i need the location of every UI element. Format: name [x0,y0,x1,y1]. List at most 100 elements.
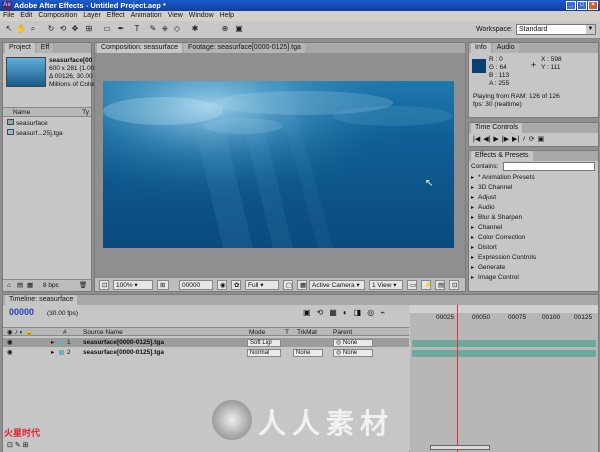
tab-timeline[interactable]: Timeline: seasurface [5,295,78,305]
minimize-button[interactable]: _ [566,1,576,10]
work-area-bar[interactable] [410,305,598,313]
switches-modes-icon[interactable]: ⊡ ✎ ⊞ [7,441,29,449]
maximize-button[interactable]: □ [577,1,587,10]
workspace-dropdown[interactable]: Standard ▼ [516,24,596,35]
menu-help[interactable]: Help [220,11,234,21]
effects-item[interactable]: Generate [471,263,505,273]
new-folder-icon[interactable]: ▤ [17,280,23,291]
mode-dropdown[interactable]: Normal [247,349,281,357]
hand-tool-icon[interactable]: ✋ [16,24,26,34]
layer-name[interactable]: seasurface[0000-0125].tga [83,348,164,357]
toggle-pixel-aspect-icon[interactable]: ▭ [407,280,417,290]
always-preview-icon[interactable]: ⊡ [99,280,109,290]
effects-item[interactable]: Expression Controls [471,253,536,263]
layer-duration-bar[interactable] [412,340,596,347]
first-frame-icon[interactable]: |◀ [473,135,480,143]
type-column[interactable]: Ty [82,108,89,117]
tab-effect-controls[interactable]: Eff [36,43,54,53]
rotate-tool-icon[interactable]: ↻ [46,24,56,34]
audio-icon[interactable]: ♪ [522,135,526,143]
tab-project[interactable]: Project [5,43,35,53]
last-frame-icon[interactable]: ▶| [512,135,519,143]
menu-window[interactable]: Window [189,11,214,21]
motion-blur-icon[interactable]: ◎ [367,308,374,317]
effects-item[interactable]: Blur & Sharpen [471,213,522,223]
name-column[interactable]: Name [13,109,30,116]
world-axis-icon[interactable]: ▣ [234,24,244,34]
tab-composition[interactable]: Composition: seasurface [97,43,183,53]
parent-dropdown[interactable]: ◎ None [333,339,373,347]
next-frame-icon[interactable]: |▶ [502,135,509,143]
effects-item[interactable]: Audio [471,203,495,213]
project-item-footage[interactable]: seasurf...25].tga [7,129,63,138]
trkmat-dropdown[interactable]: None [293,349,323,357]
frame-blending-icon[interactable]: ◨ [354,308,362,317]
track-xy-camera-icon[interactable]: ✥ [70,24,80,34]
orbit-camera-icon[interactable]: ⟲ [58,24,68,34]
close-button[interactable]: × [588,1,598,10]
camera-dropdown[interactable]: Active Camera ▾ [309,280,365,290]
current-time-field[interactable]: 00000 [179,280,213,290]
effects-item[interactable]: Image Control [471,273,519,283]
pen-tool-icon[interactable]: ✒ [116,24,126,34]
effects-item[interactable]: Distort [471,243,497,253]
layer-duration-bar[interactable] [412,350,596,357]
new-comp-icon[interactable]: ▦ [27,280,33,291]
prev-frame-icon[interactable]: ◀| [483,135,490,143]
timeline-icon[interactable]: ▤ [435,280,445,290]
ram-preview-icon[interactable]: ▣ [538,135,545,143]
label-color-icon[interactable] [59,340,64,345]
rectangle-mask-tool-icon[interactable]: ▭ [102,24,112,34]
menu-file[interactable]: File [3,11,14,21]
draft-3d-icon[interactable]: ▦ [329,308,337,317]
effects-search-input[interactable] [503,162,595,171]
text-tool-icon[interactable]: T [132,24,142,34]
expand-arrow-icon[interactable]: ▸ [51,348,54,357]
eraser-tool-icon[interactable]: ◇ [172,24,182,34]
eye-icon[interactable]: ◉ [7,348,13,357]
effects-item[interactable]: 3D Channel [471,183,512,193]
pan-behind-tool-icon[interactable]: ⊞ [84,24,94,34]
label-color-icon[interactable] [59,350,64,355]
tab-audio[interactable]: Audio [492,43,519,53]
flowchart-icon[interactable]: ⊡ [449,280,459,290]
timeline-timecode[interactable]: 00000 [9,307,34,317]
magnification-dropdown[interactable]: 100% ▾ [113,280,153,290]
expand-arrow-icon[interactable]: ▸ [51,338,54,347]
snapshot-icon[interactable]: ◉ [217,280,227,290]
composition-viewer[interactable]: ↖ [95,53,465,278]
comp-mini-flowchart-icon[interactable]: ▣ [303,308,311,317]
source-name-column[interactable]: Source Name [83,328,123,337]
hide-shy-icon[interactable]: ◐ [343,308,348,317]
channel-icon[interactable]: ✿ [231,280,241,290]
brush-tool-icon[interactable]: ✎ [148,24,158,34]
loop-icon[interactable]: ⟳ [529,135,535,143]
effects-item[interactable]: Channel [471,223,502,233]
effects-item[interactable]: Adjust [471,193,496,203]
menu-effect[interactable]: Effect [107,11,125,21]
zoom-tool-icon[interactable]: ⌕ [28,24,38,34]
menu-view[interactable]: View [168,11,183,21]
region-of-interest-icon[interactable]: ▢ [283,280,293,290]
mode-dropdown[interactable]: Soft Ligl [247,339,281,347]
layer-name[interactable]: seasurface[0000-0125].tga [83,338,164,347]
resolution-dropdown[interactable]: Full ▾ [245,280,279,290]
play-icon[interactable]: ▶ [493,135,498,143]
views-dropdown[interactable]: 1 View ▾ [369,280,403,290]
puppet-tool-icon[interactable]: ✱ [190,24,200,34]
trash-icon[interactable]: 🗑 [79,280,87,291]
effects-item[interactable]: Color Correction [471,233,525,243]
menu-layer[interactable]: Layer [83,11,101,21]
graph-editor-icon[interactable]: ⌁ [380,308,385,317]
eye-icon[interactable]: ◉ [7,338,13,347]
effects-item[interactable]: * Animation Presets [471,173,535,183]
fast-previews-icon[interactable]: ⚡ [421,280,432,290]
parent-dropdown[interactable]: ◎ None [333,349,373,357]
safe-zones-icon[interactable]: ⊞ [157,280,169,290]
live-update-icon[interactable]: ⟲ [317,308,324,317]
axis-mode-icon[interactable]: ⊕ [220,24,230,34]
layer-row[interactable]: ◉ ▸ 1 seasurface[0000-0125].tga Soft Lig… [3,338,409,347]
selection-tool-icon[interactable]: ↖ [4,24,14,34]
project-item-comp[interactable]: seasurface [7,119,48,128]
tab-info[interactable]: Info [471,43,491,53]
